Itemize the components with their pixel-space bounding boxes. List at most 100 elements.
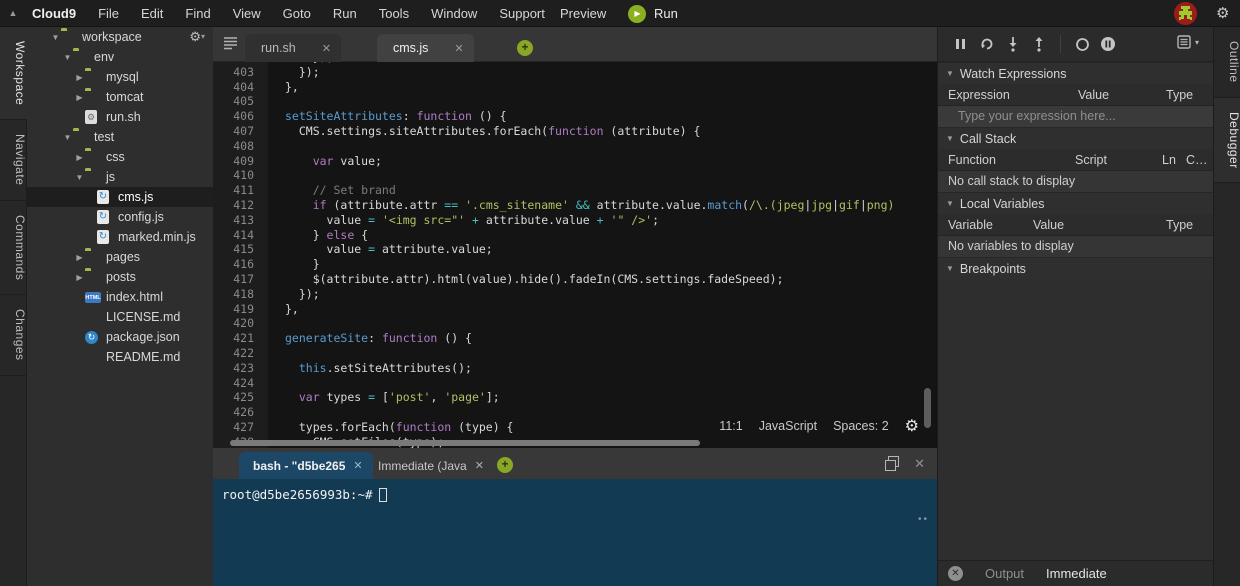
avatar[interactable] — [1174, 2, 1197, 25]
tree-row-js[interactable]: ▼js — [27, 167, 213, 187]
menu-file[interactable]: File — [87, 0, 130, 27]
collapse-menubar-icon[interactable]: ▲ — [0, 8, 26, 18]
breakpoint-toggle-icon[interactable] — [1069, 34, 1095, 54]
cursor-position[interactable]: 11:1 — [719, 419, 742, 433]
resume-icon[interactable] — [974, 34, 1000, 54]
code-line-417[interactable]: 417 $(attribute.attr).html(value).hide()… — [213, 272, 937, 287]
tree-row-README.md[interactable]: README.md — [27, 347, 213, 367]
collapse-arrow-icon[interactable]: ▶ — [74, 253, 85, 262]
rail-tab-changes[interactable]: Changes — [0, 295, 27, 376]
code-line-424[interactable]: 424 — [213, 376, 937, 391]
step-into-icon[interactable] — [1000, 34, 1026, 54]
rail-tab-debugger[interactable]: Debugger — [1214, 98, 1240, 184]
run-button[interactable]: ▶ Run — [628, 0, 678, 27]
code-line-421[interactable]: 421generateSite: function () { — [213, 331, 937, 346]
tab-list-icon[interactable] — [222, 36, 239, 52]
editor-tab-cms.js[interactable]: cms.js✕ — [377, 34, 474, 62]
output-button[interactable]: Output — [985, 566, 1024, 581]
code-line-422[interactable]: 422 — [213, 346, 937, 361]
expand-arrow-icon[interactable]: ▼ — [74, 173, 85, 182]
code-line-413[interactable]: 413 value = '<img src="' + attribute.val… — [213, 213, 937, 228]
code-line-407[interactable]: 407 CMS.settings.siteAttributes.forEach(… — [213, 124, 937, 139]
menu-run[interactable]: Run — [322, 0, 368, 27]
collapse-arrow-icon[interactable]: ▶ — [74, 153, 85, 162]
tree-row-env[interactable]: ▼env — [27, 47, 213, 67]
indent-setting[interactable]: Spaces: 2 — [833, 419, 889, 433]
code-line-408[interactable]: 408 — [213, 139, 937, 154]
terminal-scrollbar[interactable]: •• — [918, 514, 929, 525]
pause-on-exception-icon[interactable] — [1095, 34, 1121, 54]
tree-row-tomcat[interactable]: ▶tomcat — [27, 87, 213, 107]
code-line-418[interactable]: 418 }); — [213, 287, 937, 302]
new-tab-button[interactable]: + — [517, 40, 533, 56]
code-line-411[interactable]: 411 // Set brand — [213, 183, 937, 198]
editor-horizontal-scrollbar[interactable] — [230, 440, 700, 446]
editor-tab-run.sh[interactable]: run.sh✕ — [245, 34, 341, 62]
expand-arrow-icon[interactable]: ▼ — [62, 53, 73, 62]
close-tab-icon[interactable]: ✕ — [322, 42, 331, 55]
clear-output-icon[interactable]: ✕ — [948, 566, 963, 581]
language-mode[interactable]: JavaScript — [759, 419, 817, 433]
tree-row-css[interactable]: ▶css — [27, 147, 213, 167]
tree-row-package.json[interactable]: ↻package.json — [27, 327, 213, 347]
menu-edit[interactable]: Edit — [130, 0, 174, 27]
close-tab-icon[interactable]: ✕ — [475, 459, 484, 472]
new-terminal-button[interactable]: + — [497, 457, 513, 473]
code-line-419[interactable]: 419}, — [213, 302, 937, 317]
expand-arrow-icon[interactable]: ▼ — [50, 33, 61, 42]
menu-tools[interactable]: Tools — [368, 0, 420, 27]
brand-cloud9[interactable]: Cloud9 — [26, 6, 87, 21]
tree-row-index.html[interactable]: HTMLindex.html — [27, 287, 213, 307]
pause-icon[interactable] — [948, 34, 974, 54]
tree-row-test[interactable]: ▼test — [27, 127, 213, 147]
tree-row-workspace[interactable]: ▼workspace⚙▾ — [27, 27, 213, 47]
tree-row-mysql[interactable]: ▶mysql — [27, 67, 213, 87]
close-pane-icon[interactable]: ✕ — [914, 456, 925, 472]
rail-tab-navigate[interactable]: Navigate — [0, 120, 27, 200]
code-line-423[interactable]: 423 this.setSiteAttributes(); — [213, 361, 937, 376]
restore-pane-icon[interactable] — [885, 456, 898, 469]
menu-support[interactable]: Support — [488, 0, 556, 27]
code-line-404[interactable]: 404}, — [213, 80, 937, 95]
preview-button[interactable]: Preview — [560, 0, 606, 27]
terminal-output[interactable]: root@d5be2656993b:~# •• — [213, 479, 937, 586]
tree-row-cms.js[interactable]: ↻cms.js — [27, 187, 213, 207]
preferences-gear-icon[interactable]: ⚙ — [1216, 4, 1229, 22]
code-line-410[interactable]: 410 — [213, 168, 937, 183]
step-out-icon[interactable] — [1026, 34, 1052, 54]
code-line-425[interactable]: 425 var types = ['post', 'page']; — [213, 390, 937, 405]
collapse-arrow-icon[interactable]: ▶ — [74, 93, 85, 102]
collapse-arrow-icon[interactable]: ▶ — [74, 273, 85, 282]
tree-row-LICENSE.md[interactable]: LICENSE.md — [27, 307, 213, 327]
close-tab-icon[interactable]: ✕ — [454, 42, 463, 55]
expand-arrow-icon[interactable]: ▼ — [62, 133, 73, 142]
code-line-415[interactable]: 415 value = attribute.value; — [213, 242, 937, 257]
menu-goto[interactable]: Goto — [272, 0, 322, 27]
tree-row-pages[interactable]: ▶pages — [27, 247, 213, 267]
code-editor[interactable]: });403 });404},405406setSiteAttributes: … — [213, 62, 937, 448]
tree-row-run.sh[interactable]: ⚙run.sh — [27, 107, 213, 127]
tree-row-posts[interactable]: ▶posts — [27, 267, 213, 287]
code-line-420[interactable]: 420 — [213, 316, 937, 331]
editor-settings-gear-icon[interactable]: ⚙ — [905, 416, 919, 436]
section-call-stack[interactable]: ▼ Call Stack — [938, 127, 1213, 149]
rail-tab-outline[interactable]: Outline — [1214, 27, 1240, 98]
section-watch-expressions[interactable]: ▼ Watch Expressions — [938, 62, 1213, 84]
tree-row-marked.min.js[interactable]: ↻marked.min.js — [27, 227, 213, 247]
terminal-tab-immediate[interactable]: Immediate (Java✕ — [364, 452, 494, 479]
terminal-tab-bash[interactable]: bash - "d5be265✕ — [239, 452, 373, 479]
section-breakpoints[interactable]: ▼ Breakpoints — [938, 257, 1213, 279]
menu-window[interactable]: Window — [420, 0, 488, 27]
close-tab-icon[interactable]: ✕ — [353, 459, 362, 472]
tree-row-config.js[interactable]: ↻config.js — [27, 207, 213, 227]
project-settings-gear-icon[interactable]: ⚙▾ — [189, 29, 205, 45]
collapse-arrow-icon[interactable]: ▶ — [74, 73, 85, 82]
code-line-403[interactable]: 403 }); — [213, 65, 937, 80]
code-line-405[interactable]: 405 — [213, 94, 937, 109]
immediate-button[interactable]: Immediate — [1046, 566, 1107, 581]
section-local-variables[interactable]: ▼ Local Variables — [938, 192, 1213, 214]
editor-vertical-scrollbar[interactable] — [924, 388, 931, 428]
rail-tab-commands[interactable]: Commands — [0, 201, 27, 295]
code-line-406[interactable]: 406setSiteAttributes: function () { — [213, 109, 937, 124]
menu-view[interactable]: View — [222, 0, 272, 27]
